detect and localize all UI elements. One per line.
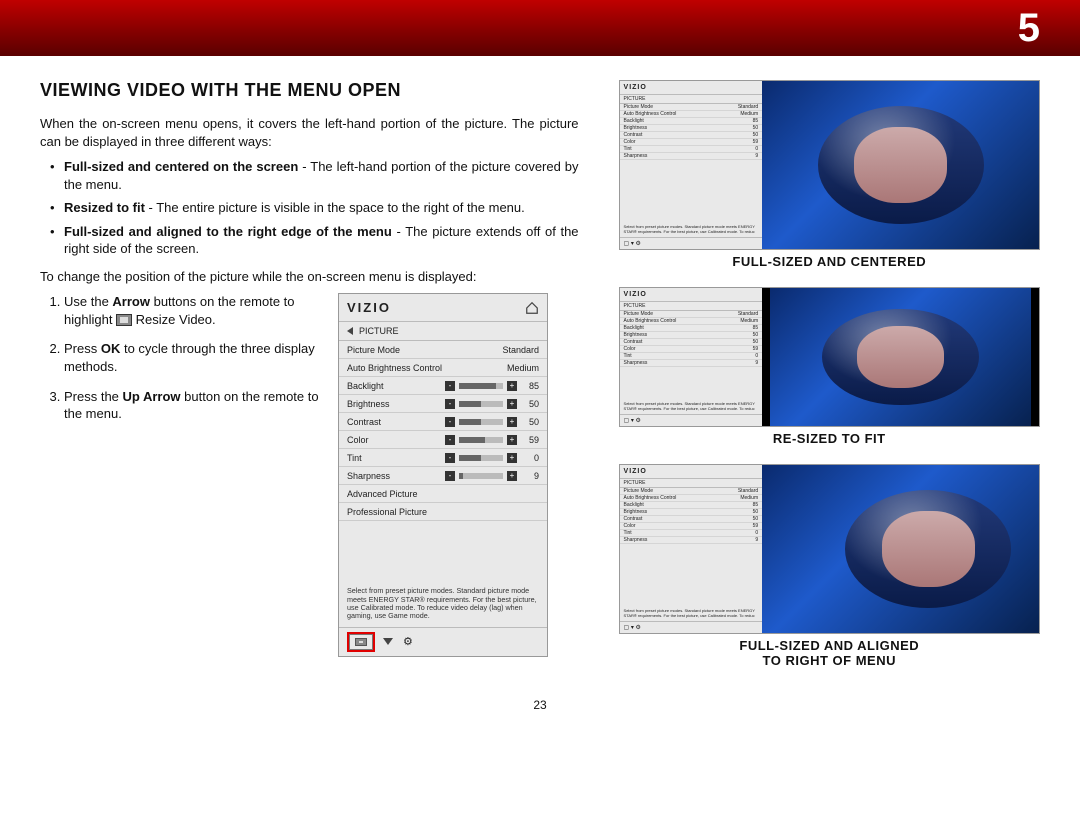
osd-slider: - +0 (445, 453, 539, 463)
osd-brand: VIZIO (347, 300, 391, 315)
osd-row-label: Advanced Picture (347, 489, 418, 499)
osd-row-label: Brightness (347, 399, 390, 409)
osd-row-label: Professional Picture (347, 507, 427, 517)
osd-help-text: Select from preset picture modes. Standa… (339, 581, 547, 626)
osd-row-value: 0 (521, 453, 539, 463)
chevron-down-icon[interactable] (383, 638, 393, 645)
step: Use the Arrow buttons on the remote to h… (64, 293, 324, 328)
osd-row[interactable]: Backlight - +85 (339, 377, 547, 395)
violinist-image (845, 490, 1011, 608)
plus-icon[interactable]: + (507, 381, 517, 391)
resize-video-tab[interactable] (349, 634, 373, 650)
minus-icon[interactable]: - (445, 399, 455, 409)
mode-item-title: Full-sized and aligned to the right edge… (64, 224, 392, 239)
osd-row[interactable]: Sharpness - +9 (339, 467, 547, 485)
thumb-picture (762, 81, 1039, 249)
osd-row-label: Auto Brightness Control (347, 363, 442, 373)
osd-row-value: 85 (521, 381, 539, 391)
osd-row-value: 50 (521, 399, 539, 409)
osd-row-label: Contrast (347, 417, 381, 427)
osd-row[interactable]: Advanced Picture (339, 485, 547, 503)
osd-header: VIZIO (339, 294, 547, 322)
osd-row-label: Sharpness (347, 471, 390, 481)
osd-row-value: Standard (502, 345, 539, 355)
minus-icon[interactable]: - (445, 381, 455, 391)
mode-item-title: Full-sized and centered on the screen (64, 159, 298, 174)
plus-icon[interactable]: + (507, 453, 517, 463)
osd-row-label: Tint (347, 453, 362, 463)
thumb-full-centered: VIZIOPICTUREPicture ModeStandardAuto Bri… (619, 80, 1040, 250)
resize-video-icon (355, 638, 367, 646)
osd-row-value: 9 (521, 471, 539, 481)
plus-icon[interactable]: + (507, 471, 517, 481)
osd-slider: - +50 (445, 399, 539, 409)
osd-breadcrumb[interactable]: PICTURE (339, 322, 547, 341)
step: Press the Up Arrow button on the remote … (64, 388, 324, 423)
osd-row-value: Medium (507, 363, 539, 373)
mode-item: Full-sized and aligned to the right edge… (64, 223, 579, 258)
plus-icon[interactable]: + (507, 399, 517, 409)
thumb-menu: VIZIOPICTUREPicture ModeStandardAuto Bri… (620, 288, 763, 426)
osd-row-label: Picture Mode (347, 345, 400, 355)
left-column: VIEWING VIDEO WITH THE MENU OPEN When th… (40, 80, 579, 686)
violinist-image (818, 106, 984, 224)
osd-row[interactable]: Professional Picture (339, 503, 547, 521)
home-icon[interactable] (525, 301, 539, 315)
change-intro: To change the position of the picture wh… (40, 268, 579, 286)
page-body: VIEWING VIDEO WITH THE MENU OPEN When th… (0, 56, 1080, 696)
caption-a: FULL-SIZED AND CENTERED (619, 254, 1040, 269)
back-icon[interactable] (347, 327, 353, 335)
mode-item: Resized to fit - The entire picture is v… (64, 199, 579, 217)
thumb-picture (762, 465, 1039, 633)
caption-c2: TO RIGHT OF MENU (619, 653, 1040, 668)
page-number: 23 (0, 698, 1080, 712)
osd-row[interactable]: Color - +59 (339, 431, 547, 449)
plus-icon[interactable]: + (507, 435, 517, 445)
chapter-banner: 5 (0, 0, 1080, 56)
osd-row[interactable]: Tint - +0 (339, 449, 547, 467)
thumb-menu: VIZIOPICTUREPicture ModeStandardAuto Bri… (620, 81, 763, 249)
osd-slider: - +85 (445, 381, 539, 391)
osd-row[interactable]: Contrast - +50 (339, 413, 547, 431)
step-list: Use the Arrow buttons on the remote to h… (40, 293, 324, 434)
intro-paragraph: When the on-screen menu opens, it covers… (40, 115, 579, 150)
mode-item: Full-sized and centered on the screen - … (64, 158, 579, 193)
thumb-resized: VIZIOPICTUREPicture ModeStandardAuto Bri… (619, 287, 1040, 427)
osd-slider: - +50 (445, 417, 539, 427)
mode-list: Full-sized and centered on the screen - … (40, 158, 579, 258)
caption-b: RE-SIZED TO FIT (619, 431, 1040, 446)
osd-slider: - +9 (445, 471, 539, 481)
osd-crumb-label: PICTURE (359, 326, 399, 336)
osd-row-label: Backlight (347, 381, 384, 391)
gear-icon[interactable] (403, 635, 413, 648)
plus-icon[interactable]: + (507, 417, 517, 427)
minus-icon[interactable]: - (445, 471, 455, 481)
osd-row[interactable]: Auto Brightness Control Medium (339, 359, 547, 377)
osd-rows: Picture Mode Standard Auto Brightness Cont… (339, 341, 547, 521)
resize-video-icon (116, 314, 132, 326)
step: Press OK to cycle through the three disp… (64, 340, 324, 375)
osd-menu: VIZIO PICTURE Picture Mode Standard Auto B… (338, 293, 548, 656)
caption-c1: FULL-SIZED AND ALIGNED (619, 638, 1040, 653)
steps-and-osd: Use the Arrow buttons on the remote to h… (40, 293, 579, 656)
mode-item-desc: - The entire picture is visible in the s… (145, 200, 525, 215)
thumb-menu: VIZIOPICTUREPicture ModeStandardAuto Bri… (620, 465, 763, 633)
right-column: VIZIOPICTUREPicture ModeStandardAuto Bri… (619, 80, 1040, 686)
minus-icon[interactable]: - (445, 453, 455, 463)
minus-icon[interactable]: - (445, 435, 455, 445)
mode-item-title: Resized to fit (64, 200, 145, 215)
osd-row-value: 59 (521, 435, 539, 445)
osd-row[interactable]: Picture Mode Standard (339, 341, 547, 359)
osd-slider: - +59 (445, 435, 539, 445)
osd-row-label: Color (347, 435, 369, 445)
thumb-aligned-right: VIZIOPICTUREPicture ModeStandardAuto Bri… (619, 464, 1040, 634)
minus-icon[interactable]: - (445, 417, 455, 427)
osd-row-value: 50 (521, 417, 539, 427)
osd-row[interactable]: Brightness - +50 (339, 395, 547, 413)
violinist-image (822, 309, 979, 406)
thumb-picture (770, 288, 1031, 426)
osd-footer-tabs (339, 627, 547, 656)
section-heading: VIEWING VIDEO WITH THE MENU OPEN (40, 80, 579, 101)
chapter-number: 5 (1018, 6, 1040, 51)
